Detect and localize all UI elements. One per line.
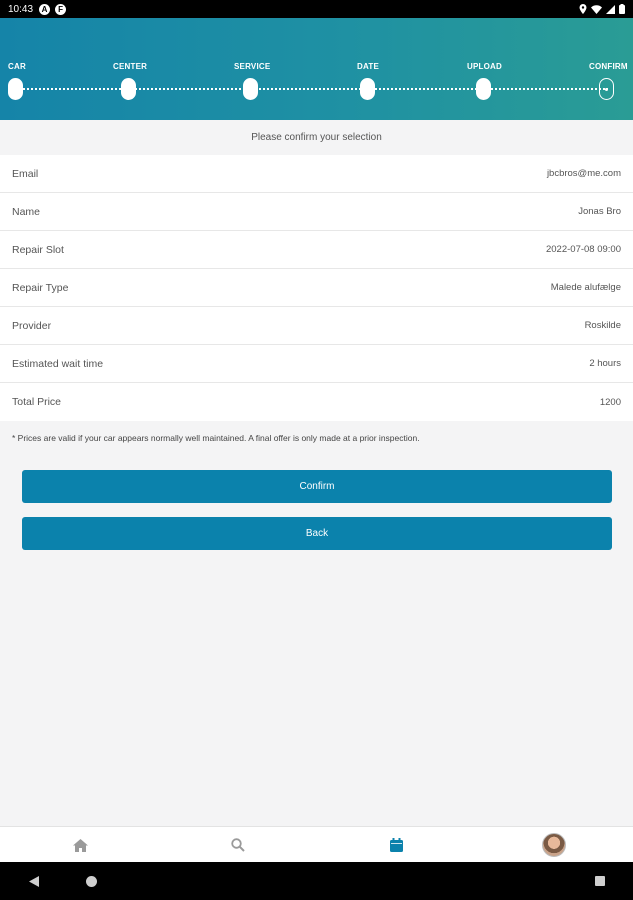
page-subtitle: Please confirm your selection (251, 132, 382, 143)
detail-label: Repair Slot (12, 243, 64, 256)
step-label-car: CAR (8, 62, 26, 71)
detail-label: Repair Type (12, 281, 69, 294)
step-dot-confirm[interactable] (599, 78, 614, 100)
tab-calendar[interactable] (376, 827, 416, 863)
detail-label: Name (12, 205, 41, 218)
nav-back-button[interactable] (19, 862, 49, 900)
tab-profile[interactable] (534, 827, 574, 863)
confirmation-details: Email jbcbros@me.com Name Jonas Bro Repa… (0, 155, 633, 421)
calendar-icon (389, 838, 403, 852)
detail-value: Malede alufælge (550, 282, 621, 293)
price-disclaimer: * Prices are valid if your car appears n… (12, 433, 420, 443)
step-label-upload: UPLOAD (467, 62, 502, 71)
search-icon (231, 838, 245, 852)
home-circle-icon (85, 875, 97, 887)
system-nav-bar (0, 862, 633, 900)
detail-row-repair-type: Repair Type Malede alufælge (0, 269, 633, 307)
step-dot-center[interactable] (121, 78, 136, 100)
detail-value: 2022-07-08 09:00 (545, 244, 621, 255)
step-label-date: DATE (357, 62, 379, 71)
detail-row-email: Email jbcbros@me.com (0, 155, 633, 193)
home-icon (72, 838, 88, 852)
detail-value: 2 hours (589, 358, 621, 369)
step-dot-service[interactable] (243, 78, 258, 100)
tab-home[interactable] (60, 827, 100, 863)
nav-recents-button[interactable] (585, 862, 615, 900)
signal-icon (606, 4, 615, 14)
current-step-indicator (605, 87, 608, 91)
step-label-service: SERVICE (234, 62, 271, 71)
detail-row-wait-time: Estimated wait time 2 hours (0, 345, 633, 383)
back-triangle-icon (29, 875, 39, 887)
progress-stepper: CAR CENTER SERVICE DATE UPLOAD CONFIRM (0, 18, 633, 120)
status-bar: 10:43 A F (0, 0, 633, 18)
detail-label: Total Price (12, 396, 62, 408)
stepper-track (16, 88, 608, 90)
step-dot-upload[interactable] (476, 78, 491, 100)
nav-home-button[interactable] (76, 862, 106, 900)
step-dot-car[interactable] (8, 78, 23, 100)
recents-square-icon (595, 876, 605, 886)
detail-row-provider: Provider Roskilde (0, 307, 633, 345)
detail-value: Roskilde (584, 320, 621, 331)
detail-label: Estimated wait time (12, 357, 104, 370)
step-label-center: CENTER (113, 62, 148, 71)
step-dot-date[interactable] (360, 78, 375, 100)
bottom-tab-bar (0, 826, 633, 862)
avatar (542, 833, 566, 857)
back-button[interactable]: Back (22, 517, 612, 550)
detail-value: Jonas Bro (578, 206, 621, 217)
detail-row-name: Name Jonas Bro (0, 193, 633, 231)
detail-value: jbcbros@me.com (546, 168, 621, 179)
detail-row-repair-slot: Repair Slot 2022-07-08 09:00 (0, 231, 633, 269)
detail-row-total-price: Total Price 1200 (0, 383, 633, 421)
status-time: 10:43 (8, 3, 34, 15)
wifi-icon (591, 4, 602, 14)
detail-label: Provider (12, 319, 52, 332)
detail-value: 1200 (599, 396, 621, 408)
confirm-button[interactable]: Confirm (22, 470, 612, 503)
notification-f-icon: F (55, 3, 67, 15)
location-icon (579, 4, 587, 14)
detail-label: Email (12, 167, 39, 180)
step-label-confirm: CONFIRM (589, 62, 628, 71)
battery-icon (619, 4, 625, 14)
notification-a-icon: A (39, 3, 51, 15)
tab-search[interactable] (218, 827, 258, 863)
